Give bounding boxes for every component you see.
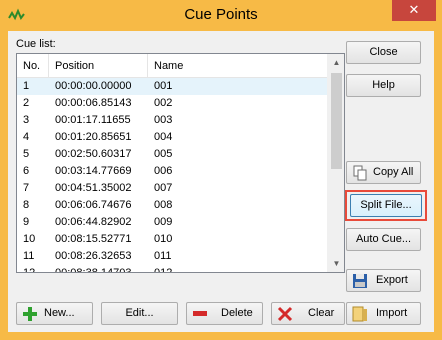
list-row[interactable]: 4 00:01:20.85651 004: [17, 129, 327, 146]
import-button[interactable]: Import: [346, 302, 421, 325]
cell-position: 00:06:44.82902: [55, 216, 132, 228]
close-button-label: Close: [369, 46, 398, 58]
list-row[interactable]: 7 00:04:51.35002 007: [17, 180, 327, 197]
cell-no: 4: [23, 131, 30, 143]
cell-position: 00:08:38.14703: [55, 267, 132, 273]
scroll-up-arrow-icon[interactable]: ▲: [328, 54, 344, 71]
cell-no: 1: [23, 80, 30, 92]
delete-label: Delete: [221, 307, 253, 319]
delete-button[interactable]: Delete: [186, 302, 263, 325]
cell-no: 3: [23, 114, 30, 126]
cell-position: 00:01:17.11655: [55, 114, 131, 126]
cell-no: 5: [23, 148, 30, 160]
copy-all-label: Copy All: [373, 166, 414, 178]
list-row[interactable]: 10 00:08:15.52771 010: [17, 231, 327, 248]
cue-list-label: Cue list:: [16, 38, 56, 50]
auto-cue-label: Auto Cue...: [355, 233, 412, 245]
cell-name: 010: [154, 233, 173, 245]
cue-list-label-text: Cue list:: [16, 38, 56, 50]
cell-name: 012: [154, 267, 173, 273]
cell-name: 001: [154, 80, 173, 92]
cell-position: 00:01:20.85651: [55, 131, 132, 143]
add-icon: [23, 307, 37, 321]
cell-no: 10: [23, 233, 36, 245]
cell-name: 011: [154, 250, 172, 262]
list-row[interactable]: 3 00:01:17.11655 003: [17, 112, 327, 129]
edit-button[interactable]: Edit...: [101, 302, 178, 325]
cell-position: 00:08:26.32653: [55, 250, 132, 262]
delete-icon: [193, 311, 207, 316]
cell-position: 00:04:51.35002: [55, 182, 132, 194]
import-label: Import: [376, 307, 408, 319]
list-row[interactable]: 11 00:08:26.32653 011: [17, 248, 327, 265]
list-row[interactable]: 2 00:00:06.85143 002: [17, 95, 327, 112]
edit-label: Edit...: [125, 307, 154, 319]
cell-position: 00:00:06.85143: [55, 97, 132, 109]
help-button[interactable]: Help: [346, 74, 421, 97]
list-header: No. Position Name: [17, 54, 327, 78]
scroll-down-arrow-icon[interactable]: ▼: [328, 255, 344, 272]
vertical-scrollbar[interactable]: ▲ ▼: [327, 54, 344, 272]
list-row[interactable]: 6 00:03:14.77669 006: [17, 163, 327, 180]
import-icon: [352, 306, 367, 322]
cell-name: 008: [154, 199, 173, 211]
cell-position: 00:08:15.52771: [55, 233, 132, 245]
cue-points-window: Cue Points ✕ Cue list: No. Position Name…: [0, 0, 442, 340]
cell-name: 009: [154, 216, 173, 228]
cell-no: 11: [23, 250, 35, 262]
split-file-label: Split File...: [360, 199, 412, 211]
clear-icon: [277, 306, 293, 322]
scroll-thumb[interactable]: [331, 73, 342, 169]
cell-no: 12: [23, 267, 36, 273]
cell-position: 00:06:06.74676: [55, 199, 132, 211]
copy-all-button[interactable]: Copy All: [346, 161, 421, 184]
dialog-body: Cue list: No. Position Name 1 00:00:00.00…: [8, 31, 434, 332]
cue-list[interactable]: No. Position Name 1 00:00:00.00000 001 2 00…: [16, 53, 345, 273]
cell-name: 007: [154, 182, 173, 194]
cell-no: 6: [23, 165, 30, 177]
window-title: Cue Points: [184, 6, 258, 23]
cell-position: 00:00:00.00000: [55, 80, 132, 92]
cell-position: 00:02:50.60317: [55, 148, 132, 160]
copy-icon: [353, 165, 367, 181]
cell-no: 7: [23, 182, 30, 194]
cell-name: 006: [154, 165, 173, 177]
cell-no: 9: [23, 216, 30, 228]
list-rows: 1 00:00:00.00000 001 2 00:00:06.85143 002 3 0…: [17, 78, 327, 273]
cell-name: 003: [154, 114, 173, 126]
new-button[interactable]: New...: [16, 302, 93, 325]
list-row[interactable]: 1 00:00:00.00000 001: [17, 78, 327, 95]
clear-button[interactable]: Clear: [271, 302, 345, 325]
title-bar[interactable]: Cue Points ✕: [0, 0, 442, 31]
list-row[interactable]: 12 00:08:38.14703 012: [17, 265, 327, 273]
clear-label: Clear: [308, 307, 335, 319]
export-button[interactable]: Export: [346, 269, 421, 292]
cell-no: 2: [23, 97, 30, 109]
list-row[interactable]: 8 00:06:06.74676 008: [17, 197, 327, 214]
column-header-position[interactable]: Position: [49, 54, 148, 78]
cell-no: 8: [23, 199, 30, 211]
close-button[interactable]: Close: [346, 41, 421, 64]
column-header-no[interactable]: No.: [17, 54, 49, 78]
auto-cue-button[interactable]: Auto Cue...: [346, 228, 421, 251]
list-row[interactable]: 9 00:06:44.82902 009: [17, 214, 327, 231]
cell-name: 005: [154, 148, 173, 160]
export-label: Export: [376, 274, 408, 286]
cell-position: 00:03:14.77669: [55, 165, 132, 177]
window-close-button[interactable]: ✕: [392, 0, 436, 21]
column-header-name[interactable]: Name: [148, 54, 327, 78]
new-label: New...: [44, 307, 75, 319]
list-row[interactable]: 5 00:02:50.60317 005: [17, 146, 327, 163]
split-file-button[interactable]: Split File...: [350, 194, 422, 217]
cell-name: 004: [154, 131, 173, 143]
help-button-label: Help: [372, 79, 395, 91]
export-icon: [353, 274, 367, 288]
cell-name: 002: [154, 97, 173, 109]
